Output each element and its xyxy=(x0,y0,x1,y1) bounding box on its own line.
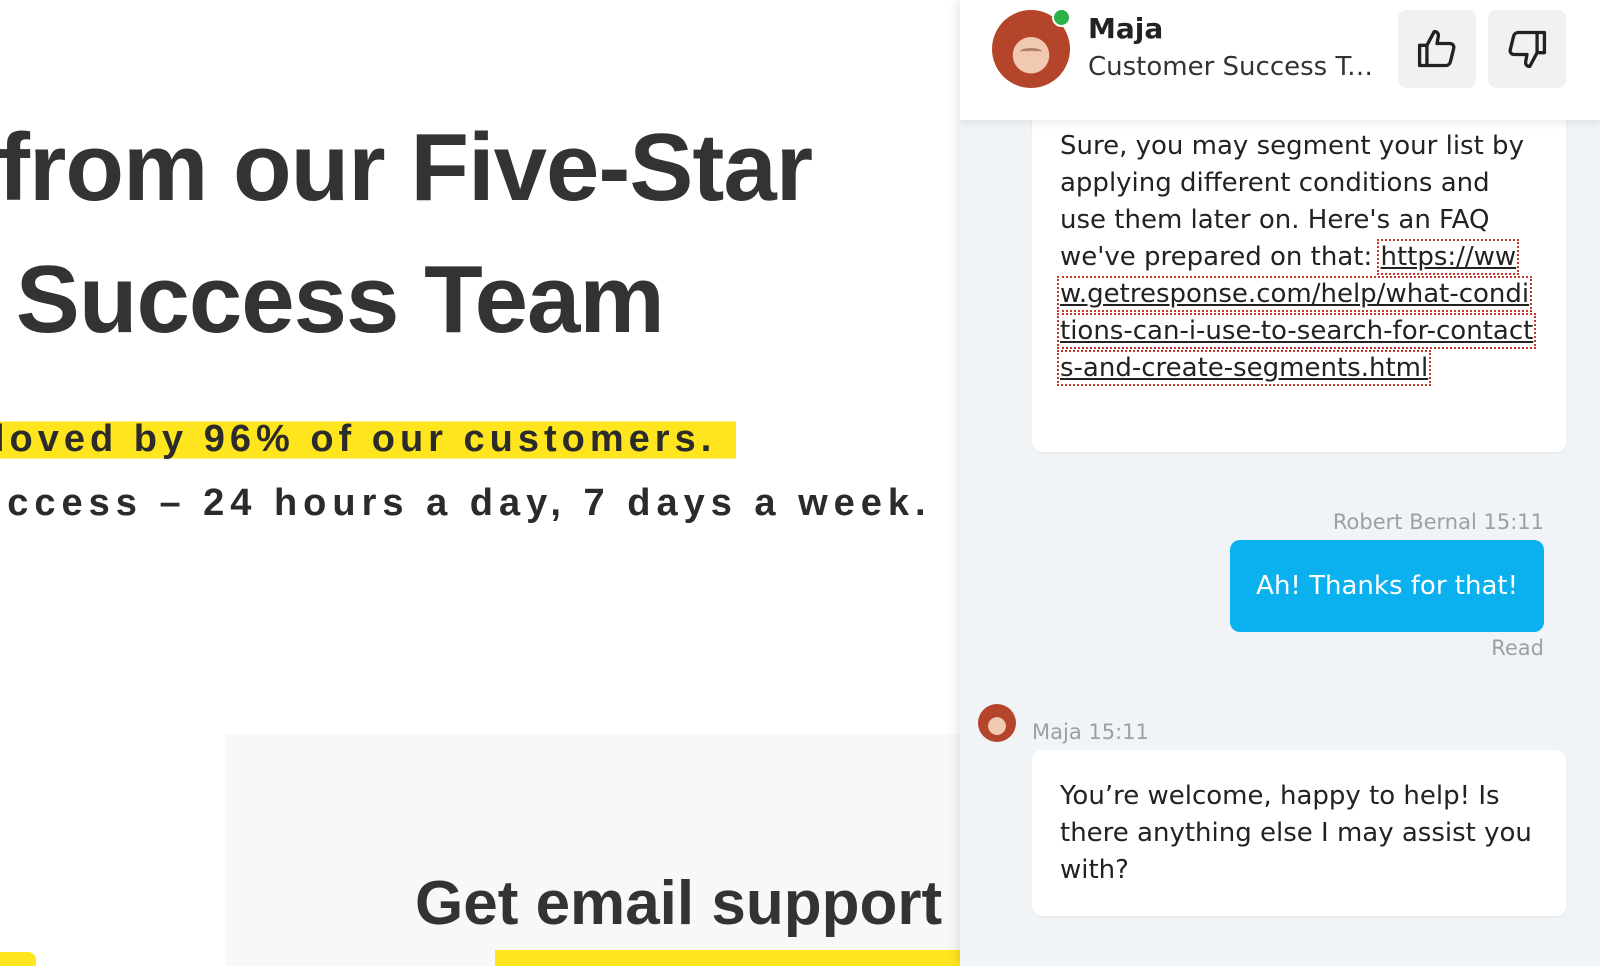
email-title-highlight xyxy=(495,950,960,966)
read-receipt: Read xyxy=(1491,636,1544,660)
website-background: rt from our Five-Star mer Success Team l… xyxy=(0,0,960,966)
user-message-meta: Robert Bernal 15:11 xyxy=(1332,510,1544,534)
email-support-title: Get email support xyxy=(415,869,943,938)
hero-title: rt from our Five-Star mer Success Team xyxy=(0,102,813,366)
agent-small-avatar xyxy=(978,704,1016,742)
message-list[interactable]: Sure, you may segment your list by apply… xyxy=(960,0,1600,966)
agent-message-meta: Maja 15:11 xyxy=(1032,720,1149,744)
hero-line-1: rt from our Five-Star xyxy=(0,114,813,221)
thumbs-down-icon xyxy=(1508,30,1547,69)
email-support-section: Get email support xyxy=(225,734,960,966)
agent-name: Maja xyxy=(1088,12,1164,45)
rate-positive-button[interactable] xyxy=(1398,10,1476,88)
thumbs-up-icon xyxy=(1417,29,1456,68)
agent-message: Sure, you may segment your list by apply… xyxy=(1032,100,1566,452)
agent-message: You’re welcome, happy to help! Is there … xyxy=(1032,750,1566,916)
user-message: Ah! Thanks for that! xyxy=(1230,540,1544,632)
decorative-highlight xyxy=(0,952,36,966)
highlighted-tagline: loved by 96% of our customers. xyxy=(0,416,737,462)
agent-role: Customer Success Team xyxy=(1088,52,1388,82)
availability-tagline: uccess – 24 hours a day, 7 days a week. xyxy=(0,482,932,524)
chat-header: Maja Customer Success Team xyxy=(960,0,1600,120)
hero-line-2: mer Success Team xyxy=(0,246,665,353)
online-status-icon xyxy=(1052,8,1071,27)
rate-negative-button[interactable] xyxy=(1488,10,1566,88)
chat-widget: Sure, you may segment your list by apply… xyxy=(960,0,1600,966)
